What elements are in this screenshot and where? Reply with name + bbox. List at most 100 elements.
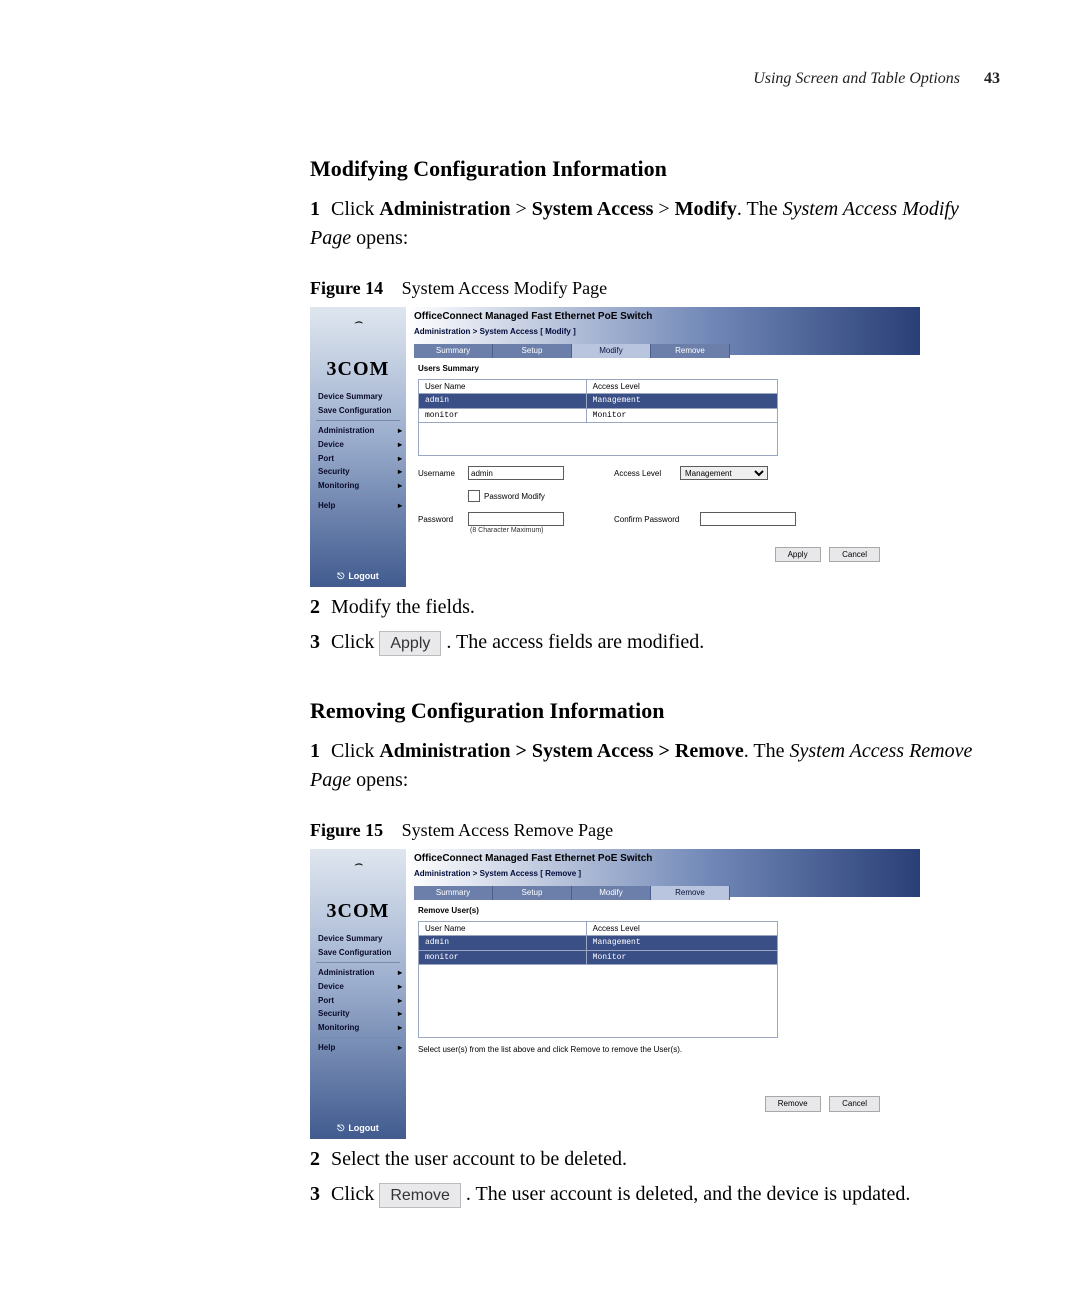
- confirm-password-field[interactable]: [700, 512, 796, 526]
- logo-icon: ⌢: [353, 855, 362, 871]
- document-page: { "runhead":{"section":"Using Screen and…: [0, 0, 1080, 1296]
- shot-banner: OfficeConnect Managed Fast Ethernet PoE …: [406, 307, 920, 355]
- panel-title: Users Summary: [418, 363, 910, 375]
- tab-remove[interactable]: Remove: [651, 344, 730, 358]
- chevron-right-icon: ▸: [398, 425, 402, 437]
- cancel-button[interactable]: Cancel: [829, 1096, 880, 1112]
- apply-button[interactable]: Apply: [775, 547, 821, 563]
- logout-button[interactable]: ⎋Logout: [310, 1117, 406, 1139]
- chevron-right-icon: ▸: [398, 981, 402, 993]
- sidebar-item[interactable]: Save Configuration: [310, 404, 406, 418]
- logout-button[interactable]: ⎋Logout: [310, 565, 406, 587]
- sidebar-item[interactable]: Monitoring▸: [310, 1021, 406, 1035]
- cancel-button[interactable]: Cancel: [829, 547, 880, 563]
- chevron-right-icon: ▸: [398, 439, 402, 451]
- password-hint: (8 Character Maximum): [470, 526, 544, 536]
- sidebar-item[interactable]: Device▸: [310, 438, 406, 452]
- remove-note: Select user(s) from the list above and c…: [418, 1044, 910, 1056]
- sidebar-item[interactable]: Device▸: [310, 980, 406, 994]
- label-username: Username: [418, 468, 468, 480]
- sidebar-item[interactable]: Save Configuration: [310, 946, 406, 960]
- logout-icon: ⎋: [337, 571, 344, 581]
- table-row[interactable]: adminManagement: [419, 936, 778, 951]
- access-level-select[interactable]: Management: [680, 466, 768, 480]
- sidebar-item[interactable]: Port▸: [310, 452, 406, 466]
- running-header: Using Screen and Table Options 43: [80, 70, 1000, 88]
- panel-title: Remove User(s): [418, 905, 910, 917]
- chevron-right-icon: ▸: [398, 995, 402, 1007]
- apply-button-inline: Apply: [379, 631, 441, 656]
- users-table: User NameAccess Level adminManagement mo…: [418, 379, 778, 457]
- step-number: 3: [310, 1183, 320, 1205]
- page-number: 43: [984, 70, 1000, 87]
- step-number: 1: [310, 198, 320, 220]
- chevron-right-icon: ▸: [398, 1022, 402, 1034]
- sidebar-item[interactable]: Administration▸: [310, 966, 406, 980]
- logout-icon: ⎋: [337, 1123, 344, 1133]
- chevron-right-icon: ▸: [398, 967, 402, 979]
- sec2-step2: 2 Select the user account to be deleted.: [310, 1145, 1000, 1174]
- page-body: Modifying Configuration Information 1 Cl…: [310, 153, 1000, 1209]
- breadcrumb: Administration > System Access [ Remove …: [414, 868, 920, 880]
- tab-summary[interactable]: Summary: [414, 886, 493, 900]
- step-number: 2: [310, 1148, 320, 1170]
- heading-modifying: Modifying Configuration Information: [310, 153, 1000, 185]
- logo-icon: ⌢: [353, 313, 362, 329]
- brand-logo: 3COM: [310, 355, 406, 384]
- password-modify-checkbox[interactable]: [468, 490, 480, 502]
- step-number: 3: [310, 631, 320, 653]
- product-title: OfficeConnect Managed Fast Ethernet PoE …: [414, 310, 920, 325]
- step-number: 2: [310, 596, 320, 618]
- shot-sidebar: ⌢ 3COM Device Summary Save Configuration…: [310, 849, 406, 1139]
- remove-button[interactable]: Remove: [765, 1096, 821, 1112]
- password-field[interactable]: [468, 512, 564, 526]
- brand-logo: 3COM: [310, 897, 406, 926]
- username-field[interactable]: [468, 466, 564, 480]
- figure14-caption: Figure 14 System Access Modify Page: [310, 275, 1000, 301]
- figure15-screenshot: ⌢ 3COM Device Summary Save Configuration…: [310, 849, 920, 1139]
- label-password-modify: Password Modify: [484, 491, 545, 503]
- product-title: OfficeConnect Managed Fast Ethernet PoE …: [414, 852, 920, 867]
- figure14-screenshot: ⌢ 3COM Device Summary Save Configuration…: [310, 307, 920, 587]
- sidebar-item[interactable]: Monitoring▸: [310, 479, 406, 493]
- heading-removing: Removing Configuration Information: [310, 695, 1000, 727]
- sidebar-item[interactable]: Administration▸: [310, 424, 406, 438]
- chevron-right-icon: ▸: [398, 466, 402, 478]
- sidebar-item[interactable]: Device Summary: [310, 932, 406, 946]
- sec2-step1: 1 Click Administration > System Access >…: [310, 737, 1000, 795]
- section-title: Using Screen and Table Options: [753, 70, 960, 87]
- users-table: User NameAccess Level adminManagement mo…: [418, 921, 778, 1039]
- sidebar-item[interactable]: Security▸: [310, 465, 406, 479]
- sec2-step3: 3 Click Remove . The user account is del…: [310, 1180, 1000, 1209]
- sec1-step2: 2 Modify the fields.: [310, 593, 1000, 622]
- sidebar-item[interactable]: Port▸: [310, 994, 406, 1008]
- table-row[interactable]: adminManagement: [419, 394, 778, 409]
- tab-remove[interactable]: Remove: [651, 886, 730, 900]
- table-row[interactable]: monitorMonitor: [419, 950, 778, 965]
- sidebar-item-help[interactable]: Help▸: [310, 499, 406, 513]
- table-row[interactable]: monitorMonitor: [419, 408, 778, 423]
- breadcrumb: Administration > System Access [ Modify …: [414, 326, 920, 338]
- label-password: Password: [418, 514, 468, 526]
- sidebar-item-help[interactable]: Help▸: [310, 1041, 406, 1055]
- remove-button-inline: Remove: [379, 1183, 461, 1208]
- tab-modify[interactable]: Modify: [572, 344, 651, 358]
- chevron-right-icon: ▸: [398, 1008, 402, 1020]
- label-confirm-password: Confirm Password: [614, 514, 700, 526]
- chevron-right-icon: ▸: [398, 453, 402, 465]
- shot-sidebar: ⌢ 3COM Device Summary Save Configuration…: [310, 307, 406, 587]
- step-number: 1: [310, 740, 320, 762]
- chevron-right-icon: ▸: [398, 500, 402, 512]
- sidebar-item[interactable]: Device Summary: [310, 390, 406, 404]
- sidebar-item[interactable]: Security▸: [310, 1007, 406, 1021]
- tab-summary[interactable]: Summary: [414, 344, 493, 358]
- label-access: Access Level: [614, 468, 680, 480]
- sec1-step1: 1 Click Administration > System Access >…: [310, 195, 1000, 253]
- sidebar-list: Device Summary Save Configuration Admini…: [310, 390, 406, 513]
- chevron-right-icon: ▸: [398, 480, 402, 492]
- sec1-step3: 3 Click Apply . The access fields are mo…: [310, 628, 1000, 657]
- figure15-caption: Figure 15 System Access Remove Page: [310, 817, 1000, 843]
- tab-setup[interactable]: Setup: [493, 344, 572, 358]
- tab-setup[interactable]: Setup: [493, 886, 572, 900]
- tab-modify[interactable]: Modify: [572, 886, 651, 900]
